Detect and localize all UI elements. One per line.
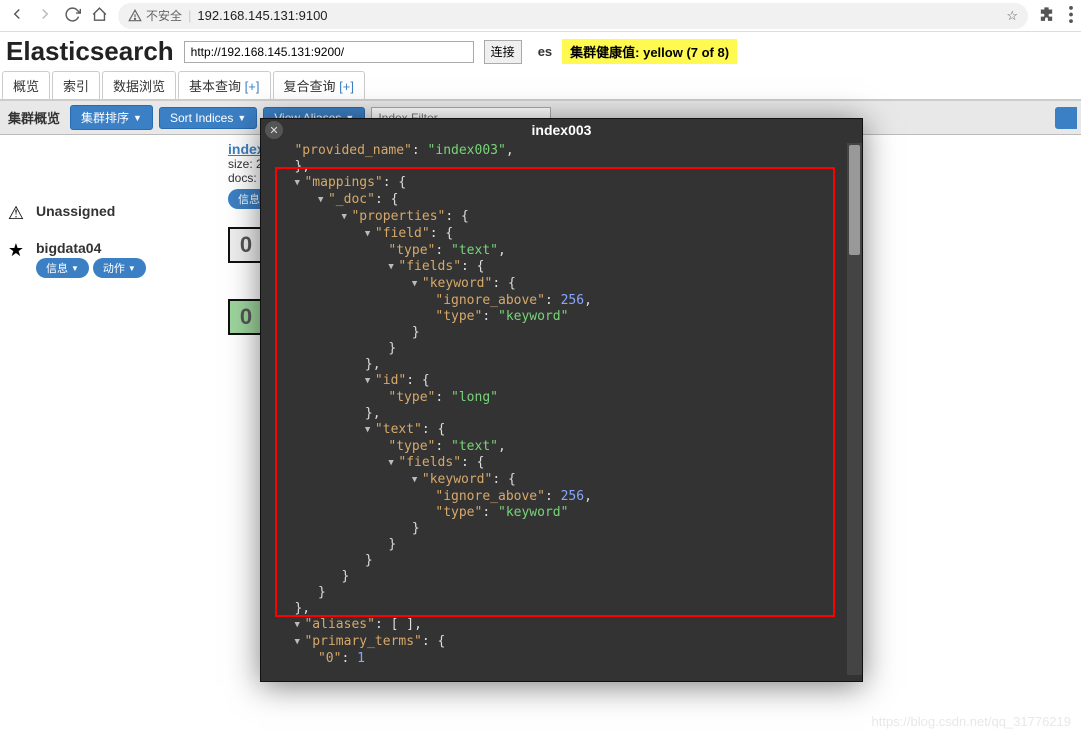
index-info-modal: ✕ index003 "provided_name": "index003", …	[260, 118, 863, 682]
modal-title: index003	[261, 122, 862, 138]
star-icon[interactable]: ☆	[1006, 8, 1018, 24]
connection-url-input[interactable]	[184, 41, 474, 63]
reload-icon[interactable]	[64, 6, 81, 26]
home-icon[interactable]	[91, 6, 108, 26]
star-icon: ★	[6, 240, 26, 261]
insecure-warning-icon: 不安全	[128, 7, 182, 24]
url-text: 192.168.145.131:9100	[197, 8, 1000, 23]
tab-compound-query[interactable]: 复合查询 [+]	[273, 71, 365, 99]
tab-indices[interactable]: 索引	[52, 71, 100, 99]
node-action-button[interactable]: 动作▼	[93, 258, 146, 278]
extensions-icon[interactable]	[1038, 6, 1055, 26]
tab-browse[interactable]: 数据浏览	[102, 71, 176, 99]
shard[interactable]: 0	[228, 299, 264, 335]
json-viewer[interactable]: "provided_name": "index003", }, ▼"mappin…	[271, 143, 856, 675]
chevron-down-icon: ▼	[133, 113, 142, 123]
unassigned-label: Unassigned	[36, 203, 115, 219]
shard-unassigned[interactable]: 0	[228, 227, 264, 263]
refresh-button[interactable]	[1055, 107, 1077, 129]
node-info-button[interactable]: 信息▼	[36, 258, 89, 278]
menu-icon[interactable]	[1069, 6, 1073, 26]
insecure-text: 不安全	[146, 7, 182, 24]
app-logo: Elasticsearch	[6, 36, 174, 67]
cluster-health-badge: 集群健康值: yellow (7 of 8)	[562, 39, 737, 64]
address-bar[interactable]: 不安全 | 192.168.145.131:9100 ☆	[118, 3, 1028, 29]
connect-button[interactable]: 连接	[484, 40, 522, 64]
forward-icon	[36, 5, 54, 26]
watermark: https://blog.csdn.net/qq_31776219	[872, 714, 1072, 729]
back-icon[interactable]	[8, 5, 26, 26]
tab-overview[interactable]: 概览	[2, 71, 50, 99]
sort-cluster-button[interactable]: 集群排序▼	[70, 105, 153, 130]
tab-basic-query[interactable]: 基本查询 [+]	[178, 71, 270, 99]
cluster-name: es	[538, 44, 552, 59]
cluster-overview-label: 集群概览	[4, 108, 64, 127]
sort-indices-button[interactable]: Sort Indices▼	[159, 107, 257, 129]
warning-icon: ⚠	[6, 203, 26, 224]
chevron-down-icon: ▼	[237, 113, 246, 123]
node-name: bigdata04	[36, 240, 146, 256]
